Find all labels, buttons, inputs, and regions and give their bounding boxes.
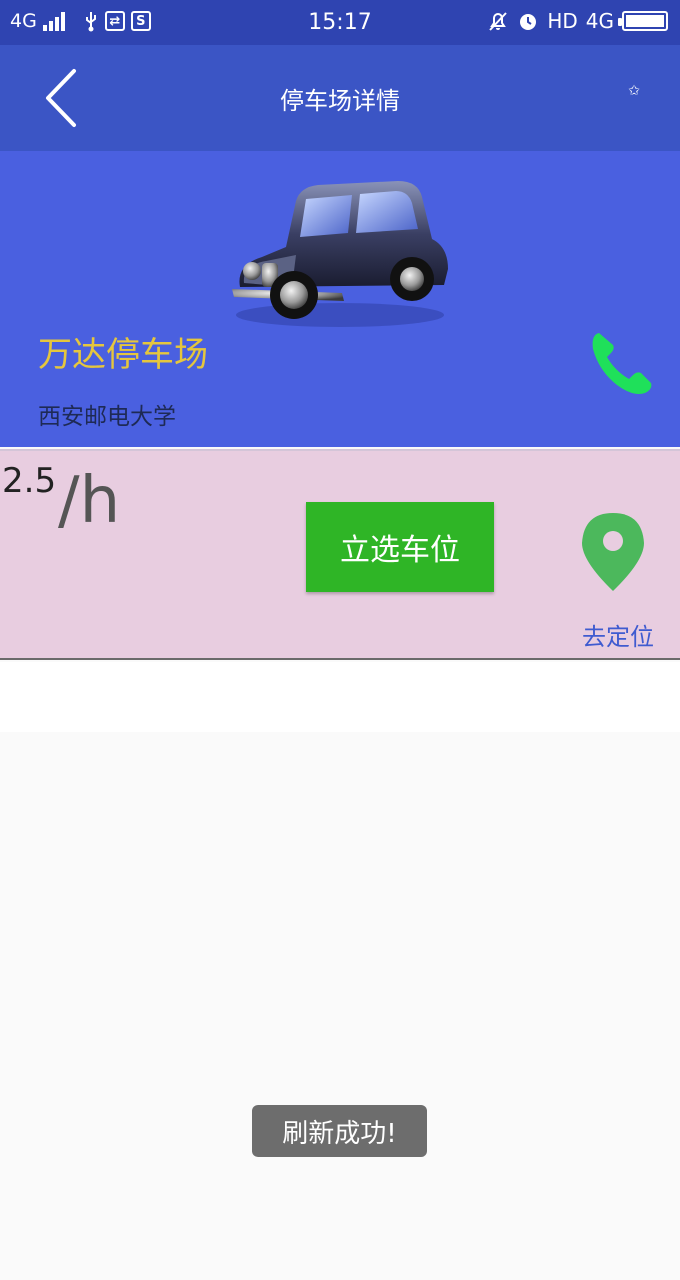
parking-address: 西安邮电大学 [38,404,176,430]
network-type-right: 4G [585,9,614,33]
transfer-icon: ⇄ [104,11,125,31]
car-icon [232,181,448,327]
parking-header: 万达停车场 西安邮电大学 [0,151,680,447]
location-pin-icon[interactable] [580,511,646,593]
alarm-icon [520,14,537,30]
usb-icon [85,12,96,32]
network-type-left: 4G [10,10,37,32]
favorite-star-icon[interactable]: ✩ [628,83,640,99]
hd-indicator: HD [547,9,578,33]
parking-name: 万达停车场 [38,335,208,375]
price-unit: /h [58,464,121,538]
page-title: 停车场详情 [280,87,400,115]
battery-icon [618,11,668,31]
price-value: 2.5 [2,461,57,501]
status-bar: 4G ⇄ S 15:17 HD 4G [0,0,680,45]
mute-notification-icon [489,12,508,31]
select-space-button[interactable]: 立选车位 [306,502,494,592]
content-area [0,662,680,732]
parking-info-panel: 2.5 /h 立选车位 去定位 [0,449,680,660]
toast-message: 刷新成功! [252,1105,427,1157]
signal-icon [42,11,65,31]
nav-bar: 停车场详情 ✩ [0,45,680,151]
back-arrow-icon[interactable] [36,65,96,131]
status-left: 4G ⇄ S [10,10,151,32]
go-locate-link[interactable]: 去定位 [582,617,654,652]
s-app-icon: S [130,11,151,31]
status-right: HD 4G [487,9,668,33]
phone-icon[interactable] [585,329,655,399]
